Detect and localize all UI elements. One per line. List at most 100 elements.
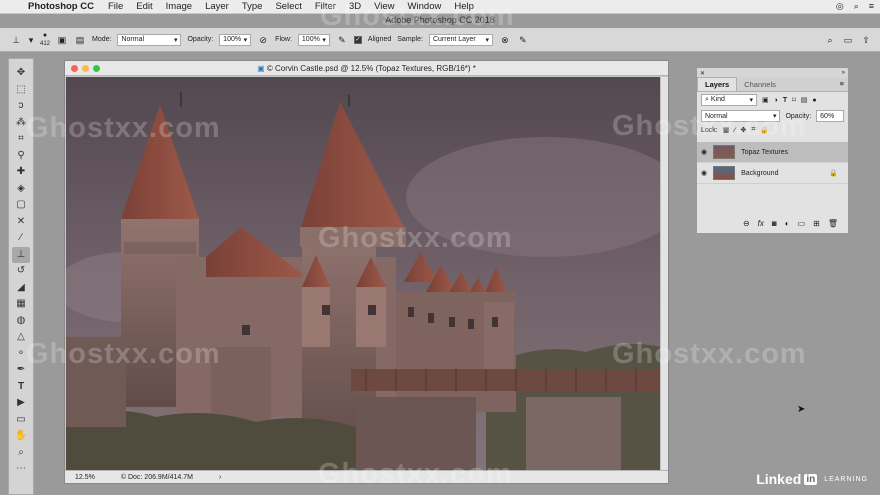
filter-row: ⌕ Kind ▾ ▣ ◑ T ⌑ ▤ ●: [697, 92, 848, 108]
layer-opacity-input[interactable]: 60%: [816, 110, 844, 122]
frame-tool-icon[interactable]: ▢: [12, 197, 30, 214]
new-group-icon[interactable]: ▭: [798, 219, 806, 228]
layer-row-topaz-textures[interactable]: ◉ Topaz Textures: [697, 142, 848, 163]
filter-kind-value: ⌕ Kind: [705, 96, 725, 103]
clone-stamp-tool-icon[interactable]: ⊥: [10, 34, 22, 46]
mode-value: Normal: [121, 36, 145, 43]
eye-icon[interactable]: ◉: [701, 169, 707, 177]
document-title: © Corvin Castle.psd @ 12.5% (Topaz Textu…: [266, 64, 476, 73]
menu-select[interactable]: Select: [275, 1, 301, 12]
more-tools-icon[interactable]: ⋯: [12, 461, 30, 478]
gradient-tool-icon[interactable]: ▦: [12, 296, 30, 313]
tab-layers[interactable]: Layers: [697, 77, 738, 91]
aligned-checkbox[interactable]: ✓: [353, 35, 362, 44]
pressure-size-icon[interactable]: ✎: [517, 34, 529, 46]
flow-label: Flow:: [275, 36, 292, 43]
airbrush-icon[interactable]: ✎: [336, 34, 348, 46]
eraser-tool-icon[interactable]: ◢: [12, 280, 30, 297]
move-tool-icon[interactable]: ✥: [12, 65, 30, 82]
collapse-icon[interactable]: »: [842, 70, 845, 76]
notification-icon[interactable]: ≡: [869, 1, 874, 12]
eyedropper-tool-icon[interactable]: ⚲: [12, 148, 30, 165]
minimize-button[interactable]: [82, 65, 89, 72]
filter-toggle-icon[interactable]: ●: [812, 97, 816, 104]
menu-edit[interactable]: Edit: [136, 1, 152, 12]
menu-file[interactable]: File: [108, 1, 123, 12]
watermark: Ghostxx.com: [26, 112, 221, 144]
watermark: Ghostxx.com: [612, 338, 807, 370]
creative-cloud-icon[interactable]: ◎: [836, 1, 844, 12]
filter-type-icon[interactable]: T: [783, 97, 787, 104]
menu-type[interactable]: Type: [242, 1, 263, 12]
path-selection-tool-icon[interactable]: ▶: [12, 395, 30, 412]
brush-preset[interactable]: ● 412: [40, 32, 50, 48]
add-mask-icon[interactable]: ◙: [772, 219, 777, 228]
tab-channels[interactable]: Channels: [737, 78, 783, 91]
link-layers-icon[interactable]: ⊖: [743, 219, 750, 228]
healing-brush-tool-icon[interactable]: ✚: [12, 164, 30, 181]
opacity-value: 100%: [223, 36, 242, 43]
new-layer-icon[interactable]: ⊞: [813, 219, 820, 228]
watermark: Ghostxx.com: [320, 0, 515, 32]
watermark: Ghostxx.com: [612, 110, 807, 142]
doc-info: © Doc: 206.9M/414.7M: [121, 474, 193, 481]
close-button[interactable]: [71, 65, 78, 72]
menu-image[interactable]: Image: [166, 1, 192, 12]
zoom-level[interactable]: 12.5%: [75, 474, 95, 481]
brush-tool-icon[interactable]: ∕: [12, 230, 30, 247]
mouse-cursor-icon: ➤: [797, 404, 806, 415]
brush-panel-icon[interactable]: ▣: [56, 34, 68, 46]
type-tool-icon[interactable]: T: [12, 379, 30, 396]
chevron-down-icon: ▾: [749, 97, 753, 104]
spotlight-icon[interactable]: ⌕: [854, 1, 859, 12]
adjustment-layer-icon[interactable]: ◐: [785, 219, 790, 228]
menu-layer[interactable]: Layer: [205, 1, 229, 12]
zoom-button[interactable]: [93, 65, 100, 72]
clone-source-icon[interactable]: ▤: [74, 34, 86, 46]
zoom-tool-icon[interactable]: ⌕: [12, 445, 30, 462]
filter-shape-icon[interactable]: ⌑: [792, 96, 796, 104]
filter-kind-select[interactable]: ⌕ Kind ▾: [701, 94, 757, 106]
filter-pixel-icon[interactable]: ▣: [762, 96, 769, 104]
patch-tool-icon[interactable]: ◈: [12, 181, 30, 198]
mode-select[interactable]: Normal ▾: [117, 33, 182, 46]
chevron-down-icon: ▾: [485, 36, 489, 44]
flow-input[interactable]: 100% ▾: [297, 33, 330, 46]
rectangle-tool-icon[interactable]: ▭: [12, 412, 30, 429]
ignore-adjustment-icon[interactable]: ⊗: [499, 34, 511, 46]
trash-icon[interactable]: 🗑: [828, 219, 838, 228]
opacity-input[interactable]: 100% ▾: [219, 33, 252, 46]
filter-adjustment-icon[interactable]: ◑: [774, 97, 778, 104]
copyright-icon: ©: [120, 473, 128, 481]
opacity-label: Opacity:: [187, 36, 214, 43]
window-controls: [71, 65, 100, 72]
doc-size: Doc: 206.9M/414.7M: [127, 473, 193, 481]
aligned-label: Aligned: [367, 36, 392, 43]
workspace-icon[interactable]: ▭: [842, 34, 854, 46]
blur-tool-icon[interactable]: ◍: [12, 313, 30, 330]
sample-select[interactable]: Current Layer ▾: [428, 33, 493, 46]
psd-file-icon: ▣: [257, 64, 267, 73]
pressure-opacity-icon[interactable]: ⊘: [257, 34, 269, 46]
close-icon[interactable]: ✕: [700, 70, 705, 77]
marquee-tool-icon[interactable]: ⬚: [12, 82, 30, 99]
search-icon[interactable]: ⌕: [824, 34, 836, 46]
share-icon[interactable]: ⇧: [860, 34, 872, 46]
layer-row-background[interactable]: ◉ Background 🔒: [697, 163, 848, 184]
chevron-right-icon[interactable]: ›: [219, 474, 221, 481]
history-brush-tool-icon[interactable]: ↺: [12, 263, 30, 280]
eye-icon[interactable]: ◉: [701, 148, 707, 156]
hand-tool-icon[interactable]: ✋: [12, 428, 30, 445]
panel-menu-icon[interactable]: ≡: [840, 79, 848, 91]
cross-tool-icon[interactable]: ✕: [12, 214, 30, 231]
chevron-down-icon[interactable]: ▾: [28, 34, 34, 46]
layer-name: Topaz Textures: [741, 148, 789, 156]
document-title-bar: ▣ © Corvin Castle.psd @ 12.5% (Topaz Tex…: [65, 61, 668, 76]
app-menu[interactable]: Photoshop CC: [28, 1, 94, 12]
fx-icon[interactable]: fx: [758, 219, 764, 228]
sample-label: Sample:: [397, 36, 423, 43]
clone-stamp-tool-icon[interactable]: ⊥: [12, 246, 30, 263]
brand-suffix: LEARNING: [824, 475, 868, 483]
layer-thumbnail: [713, 166, 736, 180]
filter-smart-object-icon[interactable]: ▤: [801, 96, 808, 104]
